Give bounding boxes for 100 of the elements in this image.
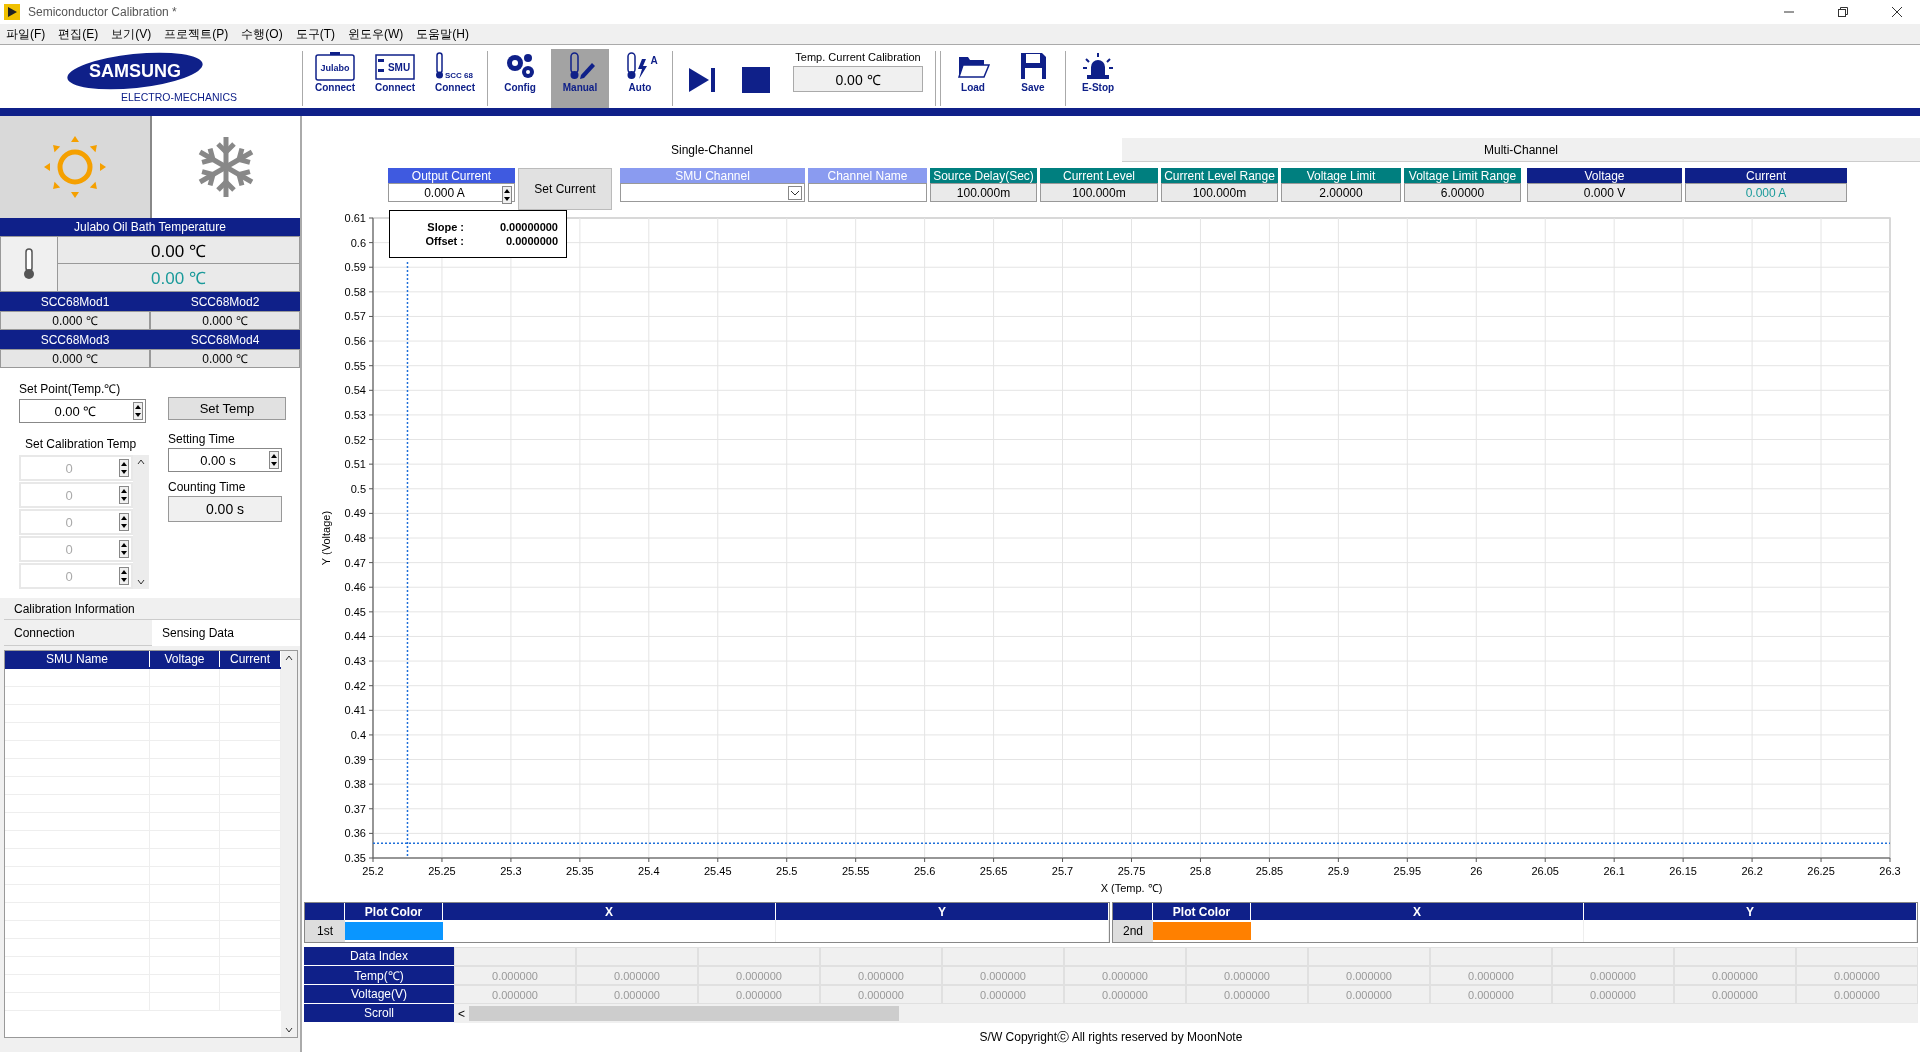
toolbar-button[interactable]: Julabo Connect — [306, 49, 364, 108]
cursor-line[interactable] — [406, 261, 409, 859]
row-header: Data Index — [304, 947, 454, 966]
close-icon — [1891, 6, 1903, 18]
control-label: Current Level Range — [1161, 168, 1278, 183]
menu-item[interactable]: 보기(V) — [111, 25, 152, 43]
table-cell: 0.000000 — [698, 985, 820, 1004]
module-name: SCC68Mod2 — [150, 292, 300, 311]
scrollbar[interactable] — [281, 651, 297, 1037]
control-label: Voltage Limit — [1281, 168, 1401, 183]
menu-item[interactable]: 도구(T) — [295, 25, 335, 43]
cursor-line[interactable] — [372, 842, 1891, 844]
brand-name: SAMSUNG — [89, 60, 181, 81]
toolbar-button[interactable]: E-Stop — [1069, 49, 1127, 108]
table-cell: 0.000000 — [942, 966, 1064, 985]
fit-value: 0.0000000 — [505, 235, 558, 247]
control-label: Voltage — [1527, 168, 1682, 183]
table-cell: 0.000000 — [576, 985, 698, 1004]
scroll-down-icon — [137, 579, 145, 585]
fit-label: Slope : — [426, 221, 465, 233]
column-header: Current — [220, 651, 281, 667]
row-header: Voltage(V) — [304, 985, 454, 1004]
scroll-thumb[interactable] — [469, 1006, 899, 1021]
module-name: SCC68Mod4 — [150, 330, 300, 349]
setting-value: 100.000m — [930, 183, 1037, 202]
column-header: SMU Name — [5, 651, 150, 667]
restore-icon — [1837, 6, 1849, 18]
tab[interactable]: Sensing Data — [152, 620, 300, 646]
scroll-left-button[interactable]: < — [458, 1006, 465, 1021]
toolbar-button[interactable]: A Auto — [611, 49, 669, 108]
tick-label: 0.53 — [344, 408, 366, 421]
table-cell: 0.000000 — [576, 966, 698, 985]
menu-item[interactable]: 편집(E) — [58, 25, 99, 43]
icon-text: Julabo — [320, 63, 350, 73]
plot-color-swatch[interactable] — [345, 922, 443, 940]
tick-label: 0.41 — [344, 704, 366, 717]
toolbar-button[interactable]: Manual — [551, 49, 609, 108]
tick-label: 0.57 — [344, 310, 366, 323]
table-cell: 0.000000 — [1430, 985, 1552, 1004]
setting-time-field[interactable]: 0.00 s — [168, 448, 282, 472]
tick-label: 25.85 — [1255, 865, 1284, 877]
control-label: Channel Name — [808, 168, 927, 183]
menu-item[interactable]: 수행(O) — [241, 25, 283, 43]
control-label: Source Delay(Sec) — [930, 168, 1037, 183]
column-header: Plot Color — [345, 903, 443, 920]
channel-dropdown[interactable] — [620, 183, 805, 202]
toolbar-button[interactable]: SMU Connect — [366, 49, 424, 108]
tick-label: 25.35 — [566, 865, 594, 877]
toolbar-button[interactable]: SCC 68 Connect — [426, 49, 484, 108]
tick-label: 0.42 — [344, 679, 366, 692]
thermometer-icon — [436, 52, 443, 79]
tick-label: 0.43 — [344, 655, 366, 668]
icon-text: SCC 68 — [445, 71, 473, 80]
tick-label: 0.36 — [344, 827, 366, 840]
table-cell: 0.000000 — [1552, 966, 1674, 985]
module-name: SCC68Mod3 — [0, 330, 150, 349]
thermometer-bolt-icon — [627, 52, 647, 79]
set-temp-button[interactable]: Set Temp — [168, 397, 286, 420]
channel-name-field[interactable] — [808, 183, 927, 202]
tick-label: 0.52 — [344, 433, 366, 446]
scrollbar[interactable] — [133, 455, 149, 589]
menu-item[interactable]: 윈도우(W) — [348, 25, 404, 43]
field-label: Set Point(Temp.℃) — [19, 381, 121, 397]
header-corner — [1113, 903, 1153, 920]
scroll-up-icon — [285, 655, 293, 661]
setting-value: 100.000m — [1161, 183, 1278, 202]
tick-label: 0.47 — [344, 556, 366, 569]
tick-label: 0.46 — [344, 581, 366, 594]
set-current-button[interactable]: Set Current — [518, 168, 612, 210]
menu-item[interactable]: 파일(F) — [6, 25, 46, 43]
axis-title: X (Temp. ℃) — [1100, 882, 1163, 894]
thermometer-icon — [21, 248, 37, 280]
device-icon — [315, 52, 355, 81]
mode-button[interactable] — [0, 116, 152, 218]
row-header: Temp(℃) — [304, 966, 454, 985]
menu-item[interactable]: 프로젝트(P) — [164, 25, 229, 43]
tick-label: 26.2 — [1741, 865, 1763, 877]
tick-label: 0.56 — [344, 335, 366, 348]
tick-label: 25.25 — [428, 865, 456, 877]
table-cell: 0.000000 — [820, 966, 942, 985]
tick-label: 25.9 — [1327, 865, 1350, 877]
spinner-icon — [133, 402, 143, 420]
menu-item[interactable]: 도움말(H) — [416, 25, 469, 43]
table-cell: 0.000000 — [1430, 966, 1552, 985]
table-cell: 0.000000 — [1796, 985, 1918, 1004]
plot-color-swatch[interactable] — [1153, 922, 1251, 940]
set-point-field[interactable]: 0.00 ℃ — [19, 399, 146, 423]
toolbar-button[interactable]: Config — [491, 49, 549, 108]
toolbar-button[interactable]: Load — [944, 49, 1002, 108]
reading-value: 0.000 A — [1685, 183, 1847, 202]
toolbar-button[interactable]: Save — [1004, 49, 1062, 108]
output-current-field[interactable]: 0.000 A — [388, 183, 515, 202]
tick-label: 0.54 — [344, 384, 366, 397]
table-cell: 0.000000 — [1064, 985, 1186, 1004]
reading-value: 0.000 V — [1527, 183, 1682, 202]
row-header: Scroll — [304, 1004, 454, 1023]
table-cell: 0.000000 — [820, 985, 942, 1004]
tab[interactable]: Multi-Channel — [1122, 138, 1920, 162]
setting-value: 100.000m — [1040, 183, 1158, 202]
tick-label: 25.6 — [913, 865, 936, 877]
